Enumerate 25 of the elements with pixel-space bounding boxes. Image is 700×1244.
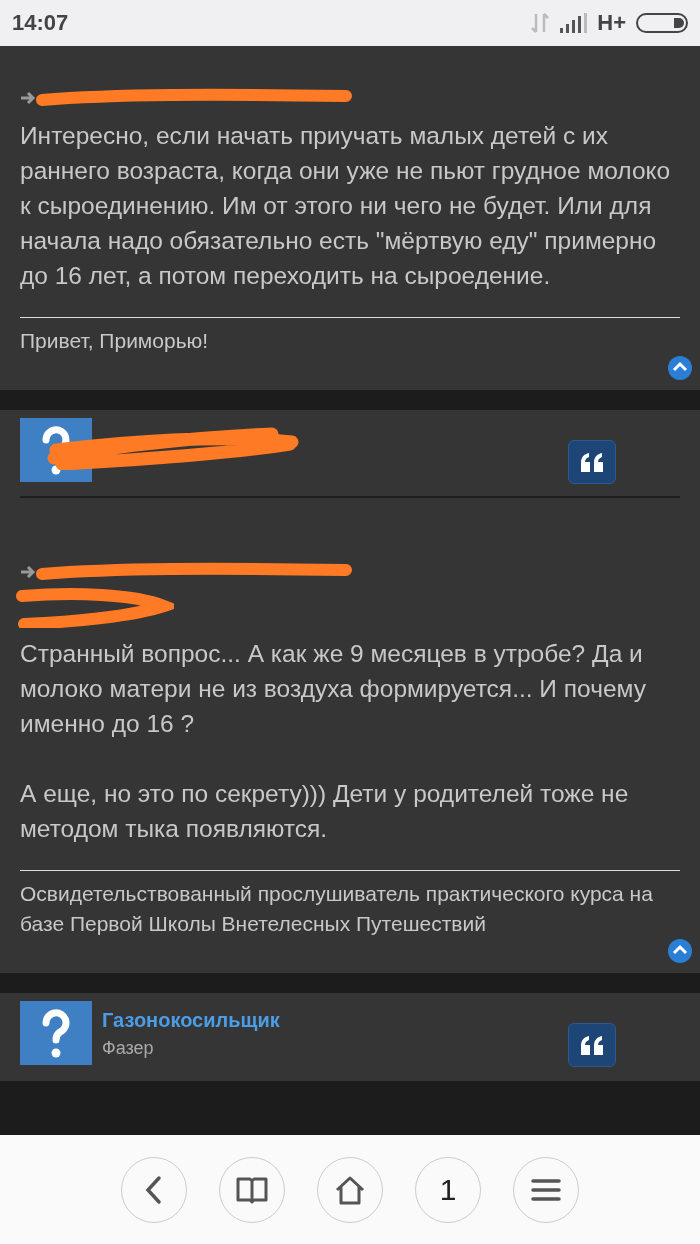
author-name[interactable]: Газонокосильщик xyxy=(102,1009,568,1032)
menu-icon xyxy=(531,1177,561,1202)
book-icon xyxy=(236,1175,268,1204)
scroll-up-icon[interactable] xyxy=(668,939,692,963)
tabs-button[interactable]: 1 xyxy=(415,1156,481,1223)
signature-text: Привет, Приморью! xyxy=(20,328,210,354)
scroll-up-icon[interactable] xyxy=(668,356,692,380)
home-icon xyxy=(334,1174,366,1205)
data-transfer-icon xyxy=(531,12,550,34)
quote-icon xyxy=(579,452,605,472)
arrow-right-icon xyxy=(20,91,36,105)
clock: 14:07 xyxy=(12,10,69,36)
avatar-question-icon xyxy=(20,1001,92,1065)
quote-icon xyxy=(579,1035,605,1055)
network-type: H+ xyxy=(597,10,626,36)
arrow-right-icon xyxy=(20,565,36,579)
quote-button[interactable] xyxy=(568,440,616,484)
battery-icon xyxy=(636,13,688,33)
signature-text: Освидетельствованный прослушиватель практического курса на базе Первой Школы Внетелесных Путешествий xyxy=(20,881,654,937)
signal-icon xyxy=(559,13,588,33)
post-text: Интересно, если начать приучать малых детей с их раннего возраста, когда они уже не пьют грудное молоко к сыроединению. Им от этого ни чего не будет. Или для начала надо обязательно есть "мёртвую еду" примерно до 16 лет, а потом переходить на сыроедение. xyxy=(20,121,672,291)
author-rank: Фазер xyxy=(102,1038,155,1059)
post-text: Странный вопрос... А как же 9 месяцев в утробе? Да и молоко матери не из воздуха формируется... И почему именно до 16 ? xyxy=(20,639,647,739)
quote-button[interactable] xyxy=(568,1023,616,1067)
post-text: А еще, но это по секрету))) Дети у родителей тоже не методом тыка появляются. xyxy=(20,779,630,844)
